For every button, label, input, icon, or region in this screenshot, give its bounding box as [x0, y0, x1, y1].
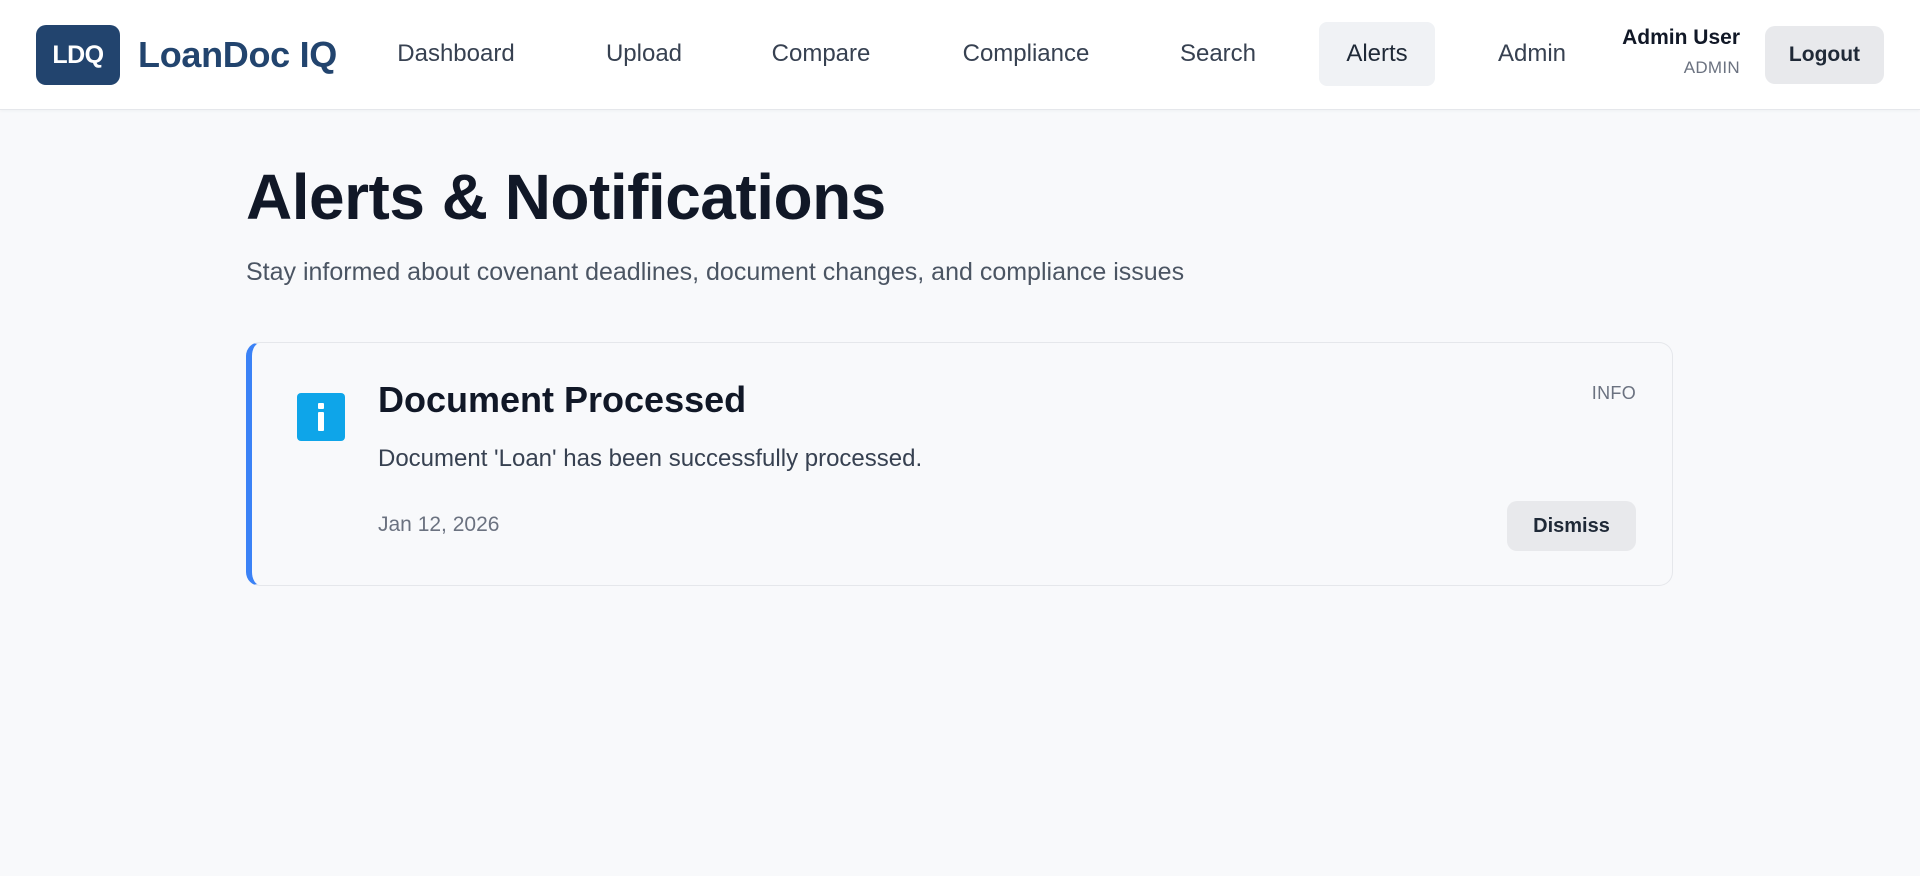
- nav-item-compare[interactable]: Compare: [746, 22, 896, 86]
- alert-date: Jan 12, 2026: [378, 513, 500, 536]
- nav-item-upload[interactable]: Upload: [582, 22, 706, 86]
- alert-severity-badge: INFO: [1591, 383, 1636, 403]
- user-info: Admin User ADMIN: [1622, 26, 1740, 78]
- page-title: Alerts & Notifications: [246, 161, 886, 233]
- user-name: Admin User: [1622, 26, 1740, 49]
- page-subtitle: Stay informed about covenant deadlines, …: [246, 258, 1185, 286]
- nav-item-search[interactable]: Search: [1156, 22, 1280, 86]
- nav-item-alerts[interactable]: Alerts: [1319, 22, 1435, 86]
- alert-message: Document 'Loan' has been successfully pr…: [378, 445, 923, 472]
- user-role: ADMIN: [1683, 58, 1740, 77]
- brand-logo[interactable]: LDQ: [36, 25, 120, 85]
- logout-button[interactable]: Logout: [1765, 26, 1884, 84]
- info-icon: [297, 393, 345, 441]
- alert-card: Document Processed INFO Document 'Loan' …: [246, 342, 1673, 586]
- brand-name[interactable]: LoanDoc IQ: [138, 34, 337, 76]
- nav-item-compliance[interactable]: Compliance: [936, 22, 1116, 86]
- top-navigation-bar: LDQ LoanDoc IQ Dashboard Upload Compare …: [0, 0, 1920, 110]
- dismiss-button[interactable]: Dismiss: [1507, 501, 1636, 551]
- alert-title: Document Processed: [378, 379, 747, 420]
- brand[interactable]: LDQ LoanDoc IQ: [36, 25, 337, 85]
- nav-item-admin[interactable]: Admin: [1475, 22, 1589, 86]
- nav-item-dashboard[interactable]: Dashboard: [370, 22, 542, 86]
